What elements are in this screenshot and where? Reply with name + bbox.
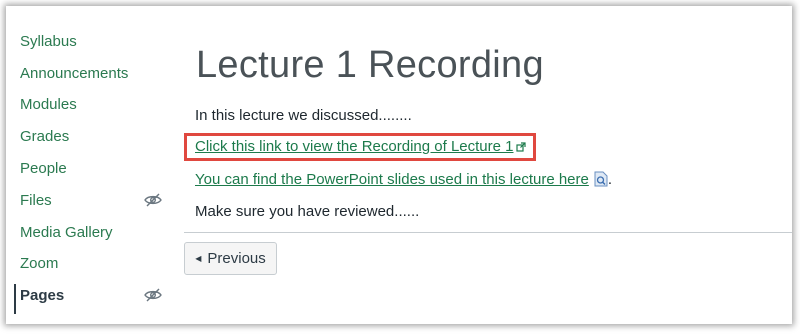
course-navigation: Syllabus Announcements Modules Grades Pe…	[6, 6, 166, 324]
sidebar-item-label: Grades	[20, 128, 70, 145]
document-preview-icon[interactable]	[594, 171, 608, 187]
sidebar-item-files[interactable]: Files	[20, 189, 170, 213]
page-title: Lecture 1 Recording	[196, 44, 544, 86]
recording-link[interactable]: Click this link to view the Recording of…	[195, 138, 513, 155]
sidebar-item-label: Media Gallery	[20, 224, 113, 241]
eye-slash-icon	[144, 193, 162, 207]
external-link-icon	[516, 142, 527, 152]
sidebar-item-syllabus[interactable]: Syllabus	[20, 30, 170, 54]
previous-button[interactable]: ◀ Previous	[184, 242, 277, 275]
sidebar-item-label: Zoom	[20, 255, 59, 272]
sidebar-item-label: Syllabus	[20, 33, 77, 50]
intro-text: In this lecture we discussed........	[195, 107, 412, 124]
canvas-window: Syllabus Announcements Modules Grades Pe…	[6, 6, 792, 324]
active-nav-indicator	[14, 284, 16, 314]
sidebar-item-media-gallery[interactable]: Media Gallery	[20, 221, 170, 245]
slides-link[interactable]: You can find the PowerPoint slides used …	[195, 171, 589, 188]
sidebar-item-grades[interactable]: Grades	[20, 125, 170, 149]
slides-suffix: .	[607, 171, 613, 188]
recording-link-line: Click this link to view the Recording of…	[195, 138, 527, 155]
review-text: Make sure you have reviewed......	[195, 203, 420, 220]
sidebar-item-label: People	[20, 160, 67, 177]
slides-link-line: You can find the PowerPoint slides used …	[195, 171, 612, 188]
sidebar-item-modules[interactable]: Modules	[20, 93, 170, 117]
sidebar-item-label: Modules	[20, 96, 77, 113]
sidebar-item-label: Pages	[20, 287, 65, 304]
previous-button-label: Previous	[207, 250, 266, 267]
sidebar-item-pages[interactable]: Pages	[20, 284, 170, 308]
divider	[184, 232, 792, 233]
eye-slash-icon	[144, 288, 162, 302]
page-content: Lecture 1 Recording In this lecture we d…	[184, 6, 792, 324]
sidebar-item-label: Announcements	[20, 65, 129, 82]
caret-left-icon: ◀	[195, 254, 202, 263]
sidebar-item-zoom[interactable]: Zoom	[20, 252, 170, 276]
sidebar-item-people[interactable]: People	[20, 157, 170, 181]
sidebar-item-announcements[interactable]: Announcements	[20, 62, 170, 86]
sidebar-item-label: Files	[20, 192, 52, 209]
